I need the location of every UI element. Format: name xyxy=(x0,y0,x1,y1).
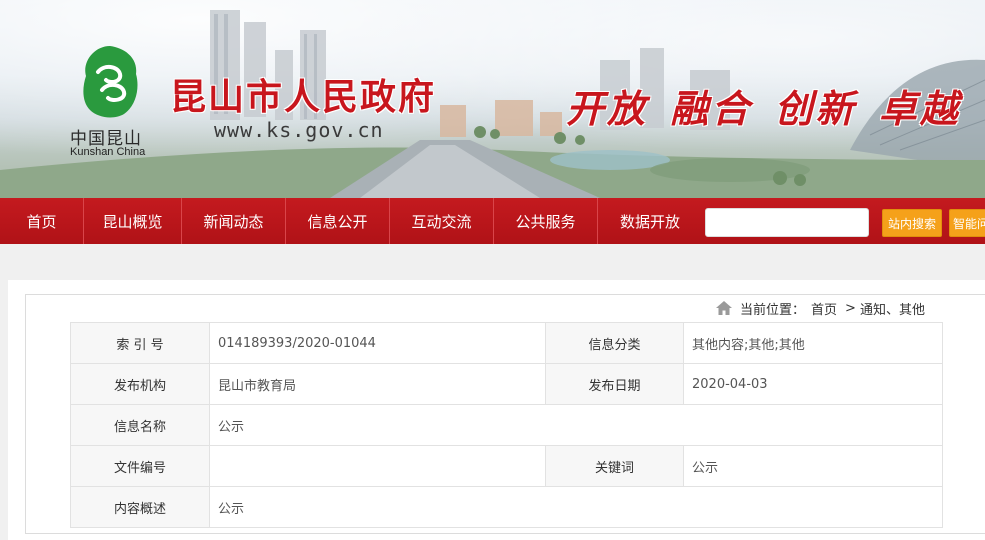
nav-item-home[interactable]: 首页 xyxy=(0,198,84,244)
breadcrumb-separator: > xyxy=(845,300,856,316)
nav-item-open-data[interactable]: 数据开放 xyxy=(598,198,702,244)
table-row: 发布机构 昆山市教育局 发布日期 2020-04-03 xyxy=(70,363,943,405)
nav-item-public-service[interactable]: 公共服务 xyxy=(494,198,598,244)
home-icon xyxy=(716,301,732,315)
publisher-label: 发布机构 xyxy=(70,363,210,405)
breadcrumb-item-current[interactable]: 通知、其他 xyxy=(860,299,925,318)
nav-item-overview[interactable]: 昆山概览 xyxy=(84,198,182,244)
slogan: 开放 融合 创新 卓越 xyxy=(566,86,961,131)
doc-no-value xyxy=(209,445,546,487)
summary-value: 公示 xyxy=(209,486,943,528)
keywords-label: 关键词 xyxy=(545,445,684,487)
index-no-value: 014189393/2020-01044 xyxy=(209,322,546,364)
keywords-value: 公示 xyxy=(683,445,943,487)
table-row: 信息名称 公示 xyxy=(70,404,943,446)
nav-item-interaction[interactable]: 互动交流 xyxy=(390,198,494,244)
breadcrumb: 当前位置： 首页 > 通知、其他 xyxy=(716,299,925,318)
smart-qa-button[interactable]: 智能问答 xyxy=(949,209,985,237)
logo-english-text: Kunshan China xyxy=(70,146,146,158)
category-label: 信息分类 xyxy=(545,322,684,364)
date-label: 发布日期 xyxy=(545,363,684,405)
date-value: 2020-04-03 xyxy=(683,363,943,405)
site-url: www.ks.gov.cn xyxy=(214,118,384,142)
name-value: 公示 xyxy=(209,404,943,446)
header-banner: 中国昆山 Kunshan China 昆山市人民政府 www.ks.gov.cn… xyxy=(0,0,985,198)
info-metadata-table: 索 引 号 014189393/2020-01044 信息分类 其他内容;其他;… xyxy=(70,322,943,528)
search-box xyxy=(705,208,888,237)
nav-item-info-disclosure[interactable]: 信息公开 xyxy=(286,198,390,244)
breadcrumb-item-home[interactable]: 首页 xyxy=(811,299,837,318)
table-row: 索 引 号 014189393/2020-01044 信息分类 其他内容;其他;… xyxy=(70,322,943,364)
category-value: 其他内容;其他;其他 xyxy=(683,322,943,364)
site-search-button[interactable]: 站内搜索 xyxy=(882,209,942,237)
index-no-label: 索 引 号 xyxy=(70,322,210,364)
table-row: 文件编号 关键词 公示 xyxy=(70,445,943,487)
site-title: 昆山市人民政府 xyxy=(170,76,437,118)
kunshan-logo-icon xyxy=(83,46,138,118)
search-input[interactable] xyxy=(718,210,888,235)
doc-no-label: 文件编号 xyxy=(70,445,210,487)
nav-item-news[interactable]: 新闻动态 xyxy=(182,198,286,244)
summary-label: 内容概述 xyxy=(70,486,210,528)
name-label: 信息名称 xyxy=(70,404,210,446)
table-row: 内容概述 公示 xyxy=(70,486,943,528)
breadcrumb-prefix: 当前位置： xyxy=(740,302,806,318)
publisher-value: 昆山市教育局 xyxy=(209,363,546,405)
